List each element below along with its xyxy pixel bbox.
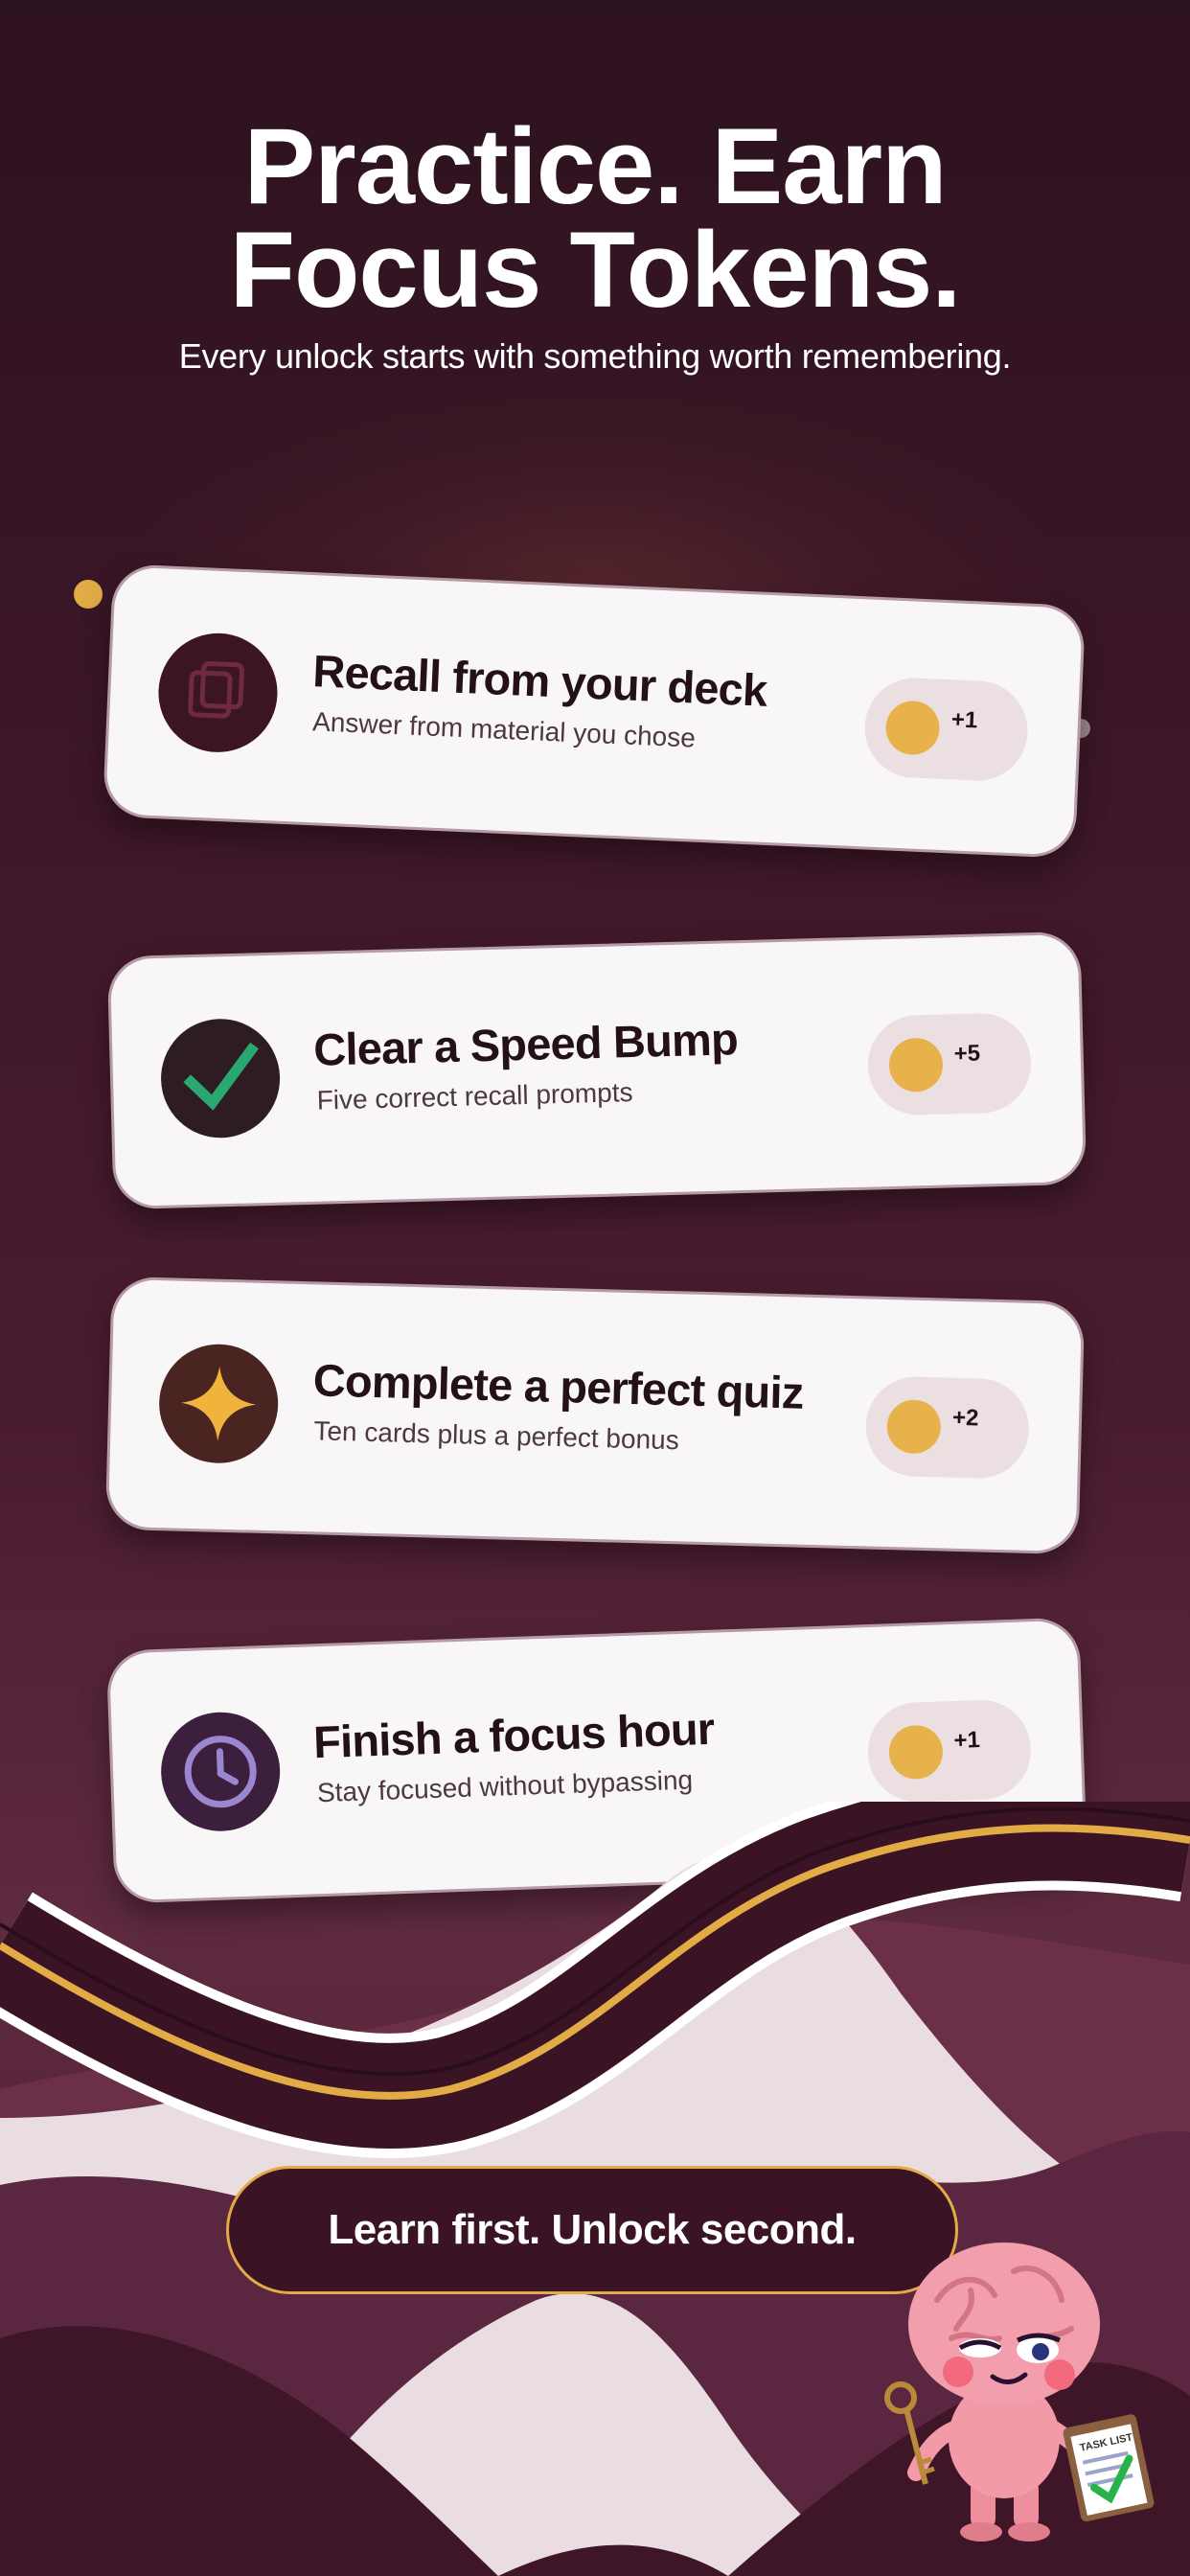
token-coin-icon bbox=[888, 1037, 944, 1093]
reward-amount: +5 bbox=[953, 1040, 981, 1068]
cta-button[interactable]: Learn first. Unlock second. bbox=[226, 2166, 958, 2294]
reward-card-recall: Recall from your deck Answer from materi… bbox=[102, 563, 1087, 860]
title-line-2: Focus Tokens. bbox=[229, 210, 962, 330]
reward-card-speed-bump: Clear a Speed Bump Five correct recall p… bbox=[106, 931, 1087, 1210]
page-title: Practice. Earn Focus Tokens. bbox=[0, 106, 1190, 330]
card-description: Five correct recall prompts bbox=[316, 1077, 633, 1116]
reward-badge: +5 bbox=[866, 1012, 1033, 1116]
reward-badge: +2 bbox=[864, 1375, 1031, 1480]
checkmark-icon bbox=[159, 1017, 282, 1139]
cards-icon bbox=[155, 631, 281, 755]
token-coin-icon bbox=[887, 1724, 944, 1781]
star-icon bbox=[157, 1343, 280, 1465]
card-title: Recall from your deck bbox=[311, 645, 768, 716]
card-title: Finish a focus hour bbox=[312, 1702, 716, 1768]
card-description: Ten cards plus a perfect bonus bbox=[313, 1415, 680, 1456]
reward-amount: +1 bbox=[950, 706, 978, 734]
token-coin-icon bbox=[884, 700, 941, 756]
decorative-dot bbox=[74, 580, 103, 609]
token-coin-icon bbox=[886, 1398, 942, 1455]
card-title: Clear a Speed Bump bbox=[312, 1013, 739, 1075]
card-description: Answer from material you chose bbox=[311, 706, 697, 753]
reward-amount: +1 bbox=[953, 1727, 981, 1754]
reward-badge: +1 bbox=[866, 1698, 1033, 1805]
reward-card-perfect-quiz: Complete a perfect quiz Ten cards plus a… bbox=[104, 1276, 1086, 1555]
subtitle: Every unlock starts with something worth… bbox=[178, 336, 1012, 376]
brain-mascot-image: TASK LIST bbox=[884, 2242, 1155, 2542]
reward-badge: +1 bbox=[862, 676, 1030, 783]
title-line-1: Practice. Earn bbox=[243, 106, 947, 226]
card-title: Complete a perfect quiz bbox=[312, 1354, 805, 1418]
reward-amount: +2 bbox=[951, 1404, 979, 1432]
